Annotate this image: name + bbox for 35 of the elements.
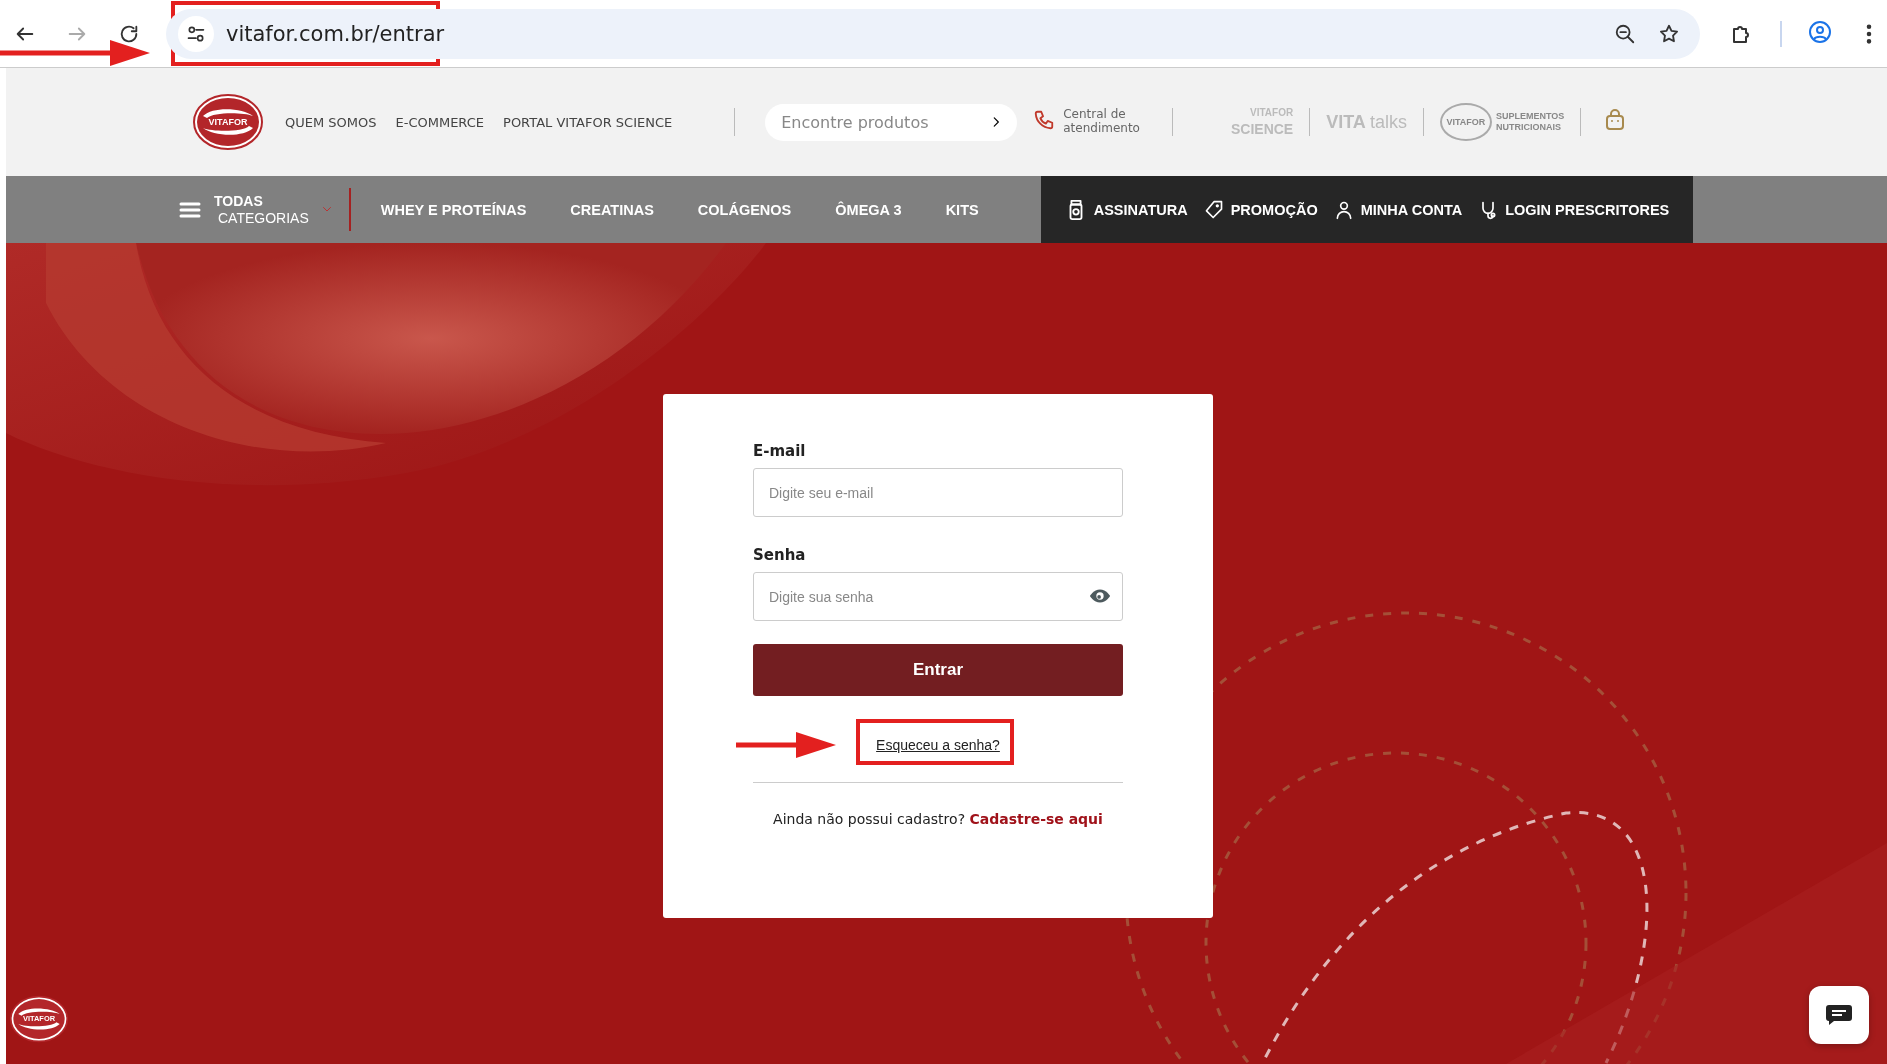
password-field[interactable]: Digite sua senha [753, 572, 1123, 621]
profile-icon[interactable] [1808, 19, 1832, 44]
chat-icon [1826, 1005, 1852, 1025]
tune-icon[interactable] [178, 15, 214, 52]
field-label: E-mail [753, 442, 807, 460]
field-label: Senha [753, 546, 807, 564]
nav-link[interactable]: WHEY E PROTEÍNAS [380, 201, 527, 218]
nav-link[interactable]: ÔMEGA 3 [835, 201, 902, 218]
signup-text: Ainda não possui cadastro? Cadastre-se aqui [772, 811, 1104, 827]
signup-link[interactable]: Cadastre-se aqui [969, 811, 1103, 827]
star-icon[interactable] [1658, 22, 1680, 45]
search-field[interactable]: Encontre produtos [765, 103, 1018, 141]
header-link[interactable]: E-COMMERCE [395, 114, 485, 130]
tag-icon[interactable] [1203, 199, 1224, 220]
header-link[interactable]: PORTAL VITAFOR SCIENCE [503, 114, 673, 130]
nav-link[interactable]: ASSINATURA [1064, 198, 1188, 221]
nav-link[interactable]: COLÁGENOS [697, 201, 792, 218]
address-bar[interactable]: vitafor.com.br/entrar [166, 8, 1700, 59]
categories-menu[interactable]: TODAS CATEGORIAS [178, 188, 351, 231]
email-field[interactable]: Digite seu e-mail [753, 468, 1123, 517]
brand-logo[interactable]: VITAFOR SUPLEMENTOS NUTRICIONAIS [1439, 103, 1565, 141]
url-text: vitafor.com.br/entrar [226, 21, 445, 46]
chat-button[interactable] [1809, 986, 1869, 1044]
zoom-out-icon[interactable] [1614, 22, 1636, 45]
login-button[interactable]: Entrar [753, 644, 1123, 696]
vitafor-logo[interactable]: VITAFOR [193, 94, 263, 150]
nav-link[interactable]: KITS [945, 201, 979, 218]
forgot-password-link[interactable]: Esqueceu a senha? [876, 737, 1000, 753]
nav-link[interactable]: LOGIN PRESCRITORES [1478, 199, 1670, 220]
header-link[interactable]: QUEM SOMOS [285, 114, 377, 130]
phone-icon[interactable] [1033, 109, 1056, 131]
nav-link[interactable]: CREATINAS [570, 201, 654, 218]
nav-link[interactable]: MINHA CONTA [1333, 199, 1463, 220]
help-link[interactable]: Central de atendimento [1063, 108, 1140, 136]
nav-link[interactable]: PROMOÇÃO [1203, 199, 1318, 220]
